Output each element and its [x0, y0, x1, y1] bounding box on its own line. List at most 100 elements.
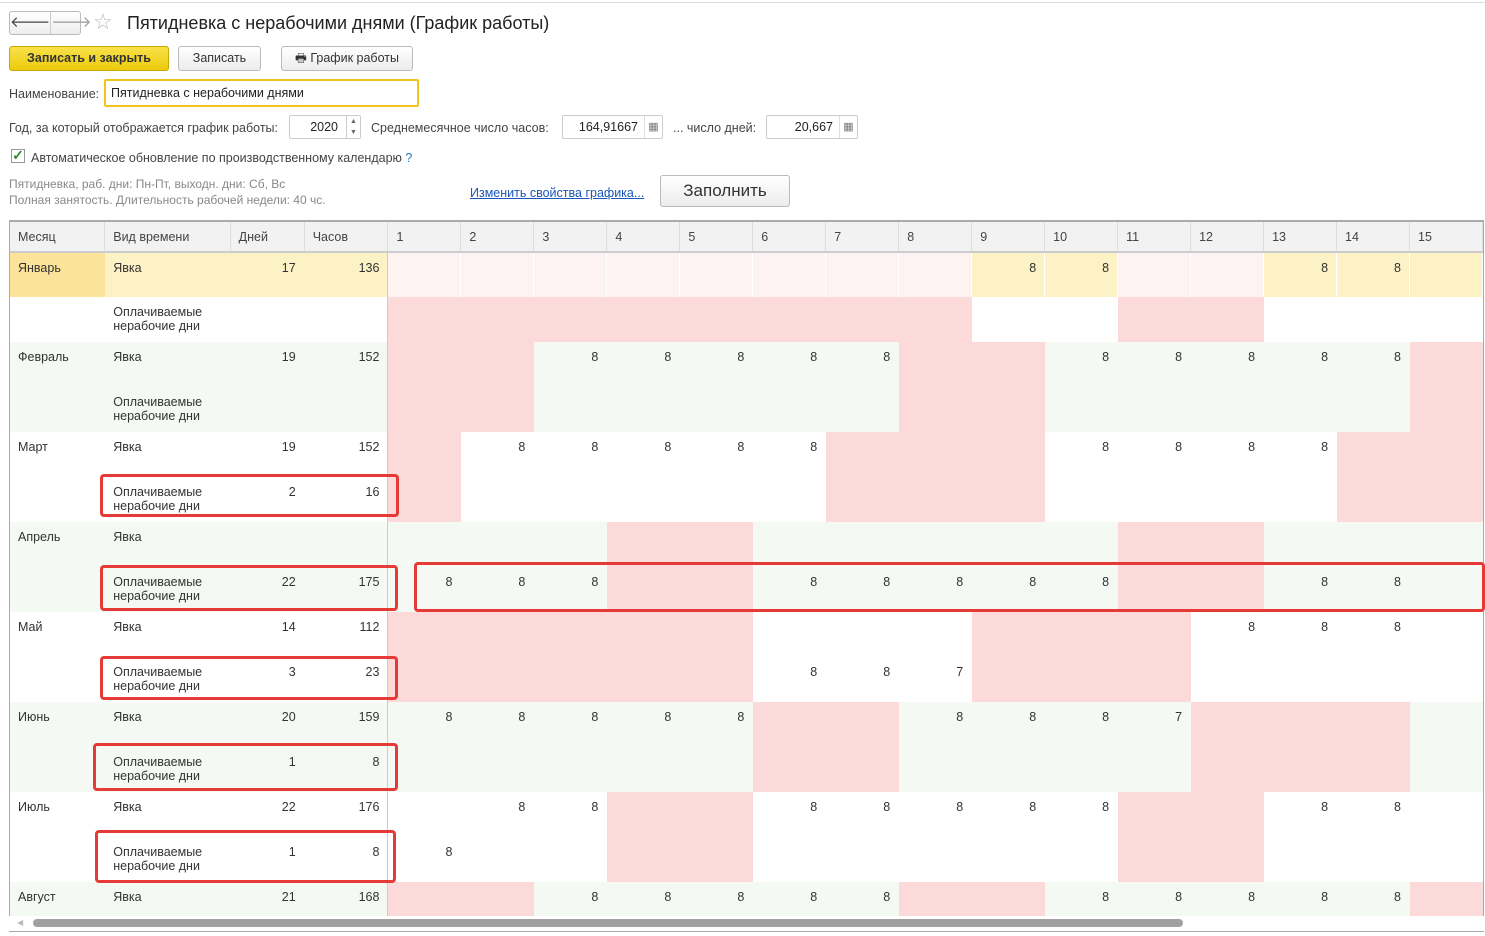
day-cell[interactable]: 8	[898, 567, 972, 612]
day-cell[interactable]	[1409, 747, 1483, 792]
hours-cell[interactable]: 152	[304, 432, 389, 477]
holiday-day-cell[interactable]	[606, 792, 680, 837]
column-header[interactable]: 7	[825, 222, 900, 253]
day-cell[interactable]: 8	[387, 837, 461, 882]
holiday-day-cell[interactable]	[825, 297, 899, 342]
day-cell[interactable]: 8	[752, 342, 826, 387]
day-cell[interactable]	[752, 477, 826, 522]
table-row[interactable]: Оплачиваемые нерабочие дни 22 175 8 8 8 8 8 8 8 8 8…	[10, 567, 1483, 612]
column-header[interactable]: 3	[533, 222, 608, 253]
day-cell[interactable]: 8	[971, 702, 1045, 747]
column-header[interactable]: 8	[898, 222, 973, 253]
holiday-day-cell[interactable]	[679, 792, 753, 837]
time-kind-cell[interactable]: Явка	[104, 702, 231, 747]
column-header[interactable]: 5	[679, 222, 754, 253]
holiday-day-cell[interactable]	[387, 432, 461, 477]
day-cell[interactable]: 8	[1190, 342, 1264, 387]
day-cell[interactable]: 8	[460, 567, 534, 612]
hours-cell[interactable]	[304, 387, 389, 432]
time-kind-cell[interactable]: Оплачиваемые нерабочие дни	[104, 477, 231, 522]
day-cell[interactable]: 8	[606, 432, 680, 477]
day-cell[interactable]: 8	[606, 702, 680, 747]
day-cell[interactable]: 8	[825, 657, 899, 702]
holiday-day-cell[interactable]	[1409, 387, 1483, 432]
holiday-day-cell[interactable]	[679, 297, 753, 342]
day-cell[interactable]: 8	[533, 702, 607, 747]
holiday-day-cell[interactable]	[387, 612, 461, 657]
day-cell[interactable]	[1044, 297, 1118, 342]
table-row[interactable]: Июнь Явка 20 159 8 8 8 8 8 8 8 8 7	[10, 702, 1483, 747]
time-kind-cell[interactable]: Оплачиваемые нерабочие дни	[104, 747, 231, 792]
holiday-day-cell[interactable]	[387, 477, 461, 522]
day-cell[interactable]: 8	[1263, 252, 1338, 297]
days-cell[interactable]: 20	[230, 702, 305, 747]
day-cell[interactable]: 8	[460, 792, 534, 837]
time-kind-cell[interactable]: Оплачиваемые нерабочие дни	[104, 657, 231, 702]
holiday-day-cell[interactable]	[1190, 747, 1264, 792]
day-cell[interactable]: 8	[1190, 432, 1264, 477]
table-row[interactable]: Май Явка 14 112 8 8 8	[10, 612, 1483, 657]
column-header[interactable]: 9	[971, 222, 1046, 253]
holiday-day-cell[interactable]	[752, 702, 826, 747]
holiday-day-cell[interactable]	[1409, 432, 1483, 477]
column-header[interactable]: Месяц	[10, 222, 106, 253]
month-cell[interactable]: Апрель	[10, 522, 105, 567]
day-cell[interactable]	[1409, 837, 1483, 882]
holiday-day-cell[interactable]	[679, 522, 753, 567]
days-cell[interactable]: 22	[230, 567, 305, 612]
days-cell[interactable]: 17	[230, 252, 305, 297]
holiday-day-cell[interactable]	[1044, 657, 1118, 702]
table-row[interactable]: Оплачиваемые нерабочие дни	[10, 297, 1483, 342]
day-cell[interactable]	[1409, 612, 1483, 657]
day-cell[interactable]: 8	[1336, 792, 1410, 837]
day-cell[interactable]: 8	[533, 432, 607, 477]
day-cell[interactable]	[1409, 657, 1483, 702]
holiday-day-cell[interactable]	[679, 612, 753, 657]
table-row[interactable]: Оплачиваемые нерабочие дни 1 8 8	[10, 837, 1483, 882]
schedule-print-button[interactable]: 🖶 График работы	[281, 46, 413, 71]
days-cell[interactable]: 19	[230, 432, 305, 477]
day-cell[interactable]: 8	[679, 702, 753, 747]
hours-cell[interactable]: 8	[304, 837, 389, 882]
month-cell[interactable]	[10, 297, 105, 342]
day-cell[interactable]: 8	[460, 432, 534, 477]
month-cell[interactable]: Январь	[10, 252, 105, 297]
column-header[interactable]: 1	[387, 222, 462, 253]
day-cell[interactable]	[679, 387, 753, 432]
day-cell[interactable]	[1117, 747, 1191, 792]
day-cell[interactable]	[460, 747, 534, 792]
table-row[interactable]: Март Явка 19 152 8 8 8 8 8 8 8 8 8	[10, 432, 1483, 477]
column-header[interactable]: 2	[460, 222, 535, 253]
holiday-day-cell[interactable]	[533, 612, 607, 657]
holiday-day-cell[interactable]	[533, 297, 607, 342]
day-cell[interactable]: 8	[898, 792, 972, 837]
day-cell[interactable]	[752, 837, 826, 882]
day-cell[interactable]: 8	[1263, 612, 1337, 657]
year-spinner[interactable]: ▲ ▼	[346, 116, 360, 138]
day-cell[interactable]	[1409, 567, 1483, 612]
day-cell[interactable]: 8	[1336, 252, 1410, 297]
days-cell[interactable]: 2	[230, 477, 305, 522]
hours-cell[interactable]: 16	[304, 477, 389, 522]
day-cell[interactable]: 8	[825, 342, 899, 387]
day-cell[interactable]	[533, 747, 607, 792]
day-cell[interactable]	[971, 522, 1045, 567]
month-cell[interactable]: Май	[10, 612, 105, 657]
days-cell[interactable]: 19	[230, 342, 305, 387]
column-header[interactable]: 6	[752, 222, 827, 253]
holiday-day-cell[interactable]	[1190, 837, 1264, 882]
day-cell[interactable]	[1336, 297, 1410, 342]
holiday-day-cell[interactable]	[752, 297, 826, 342]
day-cell[interactable]	[606, 387, 680, 432]
table-row[interactable]: Оплачиваемые нерабочие дни 2 16	[10, 477, 1483, 522]
day-cell[interactable]	[460, 477, 534, 522]
holiday-day-cell[interactable]	[387, 252, 462, 297]
day-cell[interactable]	[533, 522, 607, 567]
holiday-day-cell[interactable]	[460, 342, 534, 387]
day-cell[interactable]	[1263, 297, 1337, 342]
holiday-day-cell[interactable]	[460, 657, 534, 702]
day-cell[interactable]: 8	[752, 567, 826, 612]
hours-cell[interactable]: 136	[304, 252, 389, 297]
day-cell[interactable]: 8	[533, 342, 607, 387]
day-cell[interactable]: 8	[825, 567, 899, 612]
